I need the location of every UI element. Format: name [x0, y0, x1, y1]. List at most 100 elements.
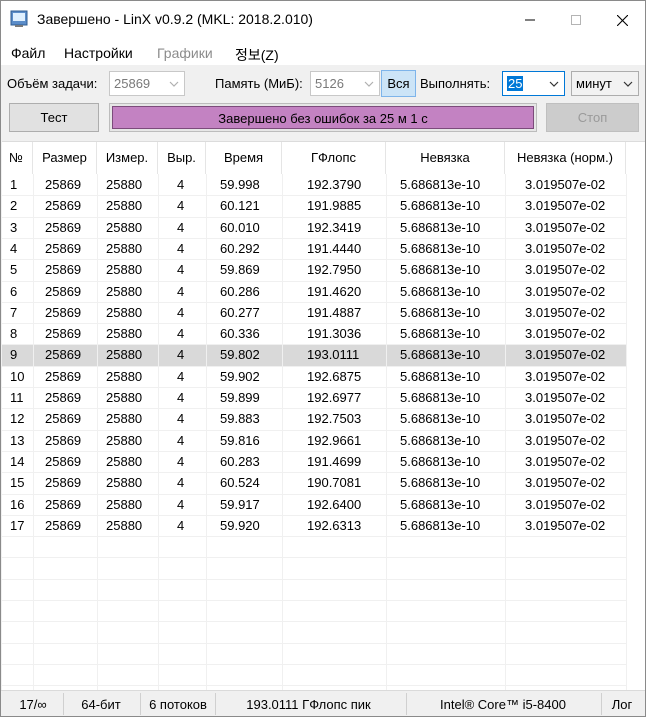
- grid-line: [386, 174, 387, 691]
- table-row[interactable]: 6 25869 25880 4 60.286 191.4620 5.686813e-10 3.…: [2, 281, 626, 302]
- problem-size-combo[interactable]: 25869: [109, 71, 185, 96]
- col-size-cell: 25869: [45, 240, 82, 256]
- col-number-cell: 2: [10, 198, 18, 214]
- grid-line: [282, 174, 283, 691]
- col-residual-cell: 5.686813e-10: [400, 304, 481, 320]
- col-residual-cell: 5.686813e-10: [400, 219, 481, 235]
- col-residual-norm-cell: 3.019507e-02: [525, 496, 606, 512]
- grid-line: [33, 174, 34, 691]
- col-time-cell: 59.899: [220, 390, 260, 405]
- table-row[interactable]: 16 25869 25880 4 59.917 192.6400 5.686813e-10 3…: [2, 494, 626, 515]
- col-align-cell: 4: [177, 475, 185, 491]
- table-row[interactable]: 17 25869 25880 4 59.920 192.6313 5.686813e-10 3…: [2, 515, 626, 536]
- col-align-cell: 4: [177, 453, 185, 469]
- table-row[interactable]: 9 25869 25880 4 59.802 193.0111 5.686813e-10 3.…: [2, 344, 626, 366]
- grid-line: [2, 429, 626, 431]
- menu-about[interactable]: 정보(Z): [235, 45, 279, 65]
- grid-line: [206, 174, 207, 691]
- header-col-residual-norm[interactable]: Невязка (норм.): [505, 142, 626, 174]
- results-table[interactable]: № Размер Измер. Выр. Время ГФлопс Невязка Невяз…: [2, 141, 645, 691]
- maximize-button[interactable]: [553, 1, 599, 39]
- col-residual-cell: 5.686813e-10: [400, 496, 481, 512]
- header-col-size[interactable]: Размер: [33, 142, 97, 174]
- col-residual-cell: 5.686813e-10: [400, 262, 481, 278]
- col-number-cell: 14: [10, 453, 25, 469]
- col-size-cell: 25869: [45, 453, 82, 469]
- col-residual-norm-cell: 3.019507e-02: [525, 219, 606, 235]
- col-dim-cell: 25880: [106, 177, 143, 192]
- table-row[interactable]: 15 25869 25880 4 60.524 190.7081 5.686813e-10 3…: [2, 472, 626, 493]
- col-time-cell: 60.336: [220, 326, 260, 342]
- header-col-number[interactable]: №: [2, 142, 33, 174]
- col-time-cell: 59.917: [220, 496, 260, 512]
- close-button[interactable]: [599, 1, 645, 39]
- col-number-cell: 4: [10, 240, 18, 256]
- header-col-residual[interactable]: Невязка: [386, 142, 505, 174]
- grid-line: [2, 237, 626, 239]
- close-icon: [616, 14, 628, 26]
- col-align-cell: 4: [177, 432, 185, 448]
- col-residual-norm-cell: 3.019507e-02: [525, 368, 606, 384]
- bitness: 64-бит: [81, 697, 121, 712]
- col-time-cell: 59.869: [220, 262, 260, 278]
- grid-line: [2, 514, 626, 516]
- table-row[interactable]: 4 25869 25880 4 60.292 191.4440 5.686813e-10 3.…: [2, 238, 626, 259]
- table-row[interactable]: 10 25869 25880 4 59.902 192.6875 5.686813e-10 3…: [2, 366, 626, 387]
- log-button[interactable]: Лог: [603, 691, 641, 717]
- col-residual-norm-cell: 3.019507e-02: [525, 517, 606, 533]
- col-dim-cell: 25880: [106, 496, 143, 512]
- col-align-cell: 4: [177, 411, 185, 427]
- header-col-dim[interactable]: Измер.: [97, 142, 158, 174]
- col-align-cell: 4: [177, 517, 185, 533]
- divider: [601, 693, 602, 715]
- problem-size-label: Объём задачи:: [7, 76, 98, 91]
- menu-file[interactable]: Файл: [11, 45, 45, 61]
- col-residual-cell: 5.686813e-10: [400, 517, 481, 533]
- table-row[interactable]: 7 25869 25880 4 60.277 191.4887 5.686813e-10 3.…: [2, 302, 626, 323]
- time-unit-combo[interactable]: минут: [571, 71, 639, 96]
- col-time-cell: 59.816: [220, 432, 260, 448]
- header-col-align[interactable]: Выр.: [158, 142, 206, 174]
- menu-settings[interactable]: Настройки: [64, 45, 133, 61]
- stop-button[interactable]: Стоп: [546, 103, 639, 132]
- col-gflops-cell: 191.9885: [307, 198, 362, 214]
- header-col-time[interactable]: Время: [206, 142, 282, 174]
- title-bar[interactable]: Завершено - LinX v0.9.2 (MKL: 2018.2.010…: [1, 1, 645, 39]
- col-gflops-cell: 193.0111: [307, 347, 360, 363]
- col-size-cell: 25869: [45, 304, 82, 320]
- col-residual-cell: 5.686813e-10: [400, 432, 481, 448]
- table-row[interactable]: 13 25869 25880 4 59.816 192.9661 5.686813e-10 3…: [2, 430, 626, 451]
- status-bar: 17/∞ 64-бит 6 потоков 193.0111 ГФлопс пи…: [1, 690, 645, 716]
- col-size-cell: 25869: [45, 368, 82, 384]
- minimize-button[interactable]: [507, 1, 553, 39]
- col-gflops-cell: 191.3036: [307, 326, 362, 342]
- menu-graphs[interactable]: Графики: [157, 45, 213, 61]
- table-row[interactable]: 12 25869 25880 4 59.883 192.7503 5.686813e-10 3…: [2, 408, 626, 429]
- all-memory-button[interactable]: Вся: [381, 70, 416, 97]
- test-button[interactable]: Тест: [9, 103, 99, 132]
- run-duration-combo[interactable]: 25: [502, 71, 565, 96]
- table-row[interactable]: 1 25869 25880 4 59.998 192.3790 5.686813e-10 3.…: [2, 174, 626, 195]
- col-size-cell: 25869: [45, 326, 82, 342]
- col-gflops-cell: 192.7950: [307, 262, 362, 278]
- table-row[interactable]: 14 25869 25880 4 60.283 191.4699 5.686813e-10 3…: [2, 451, 626, 472]
- grid-line: [2, 578, 626, 580]
- grid-line: [2, 408, 626, 410]
- grid-line: [626, 174, 627, 691]
- memory-combo[interactable]: 5126: [310, 71, 380, 96]
- col-size-cell: 25869: [45, 283, 82, 299]
- table-row[interactable]: 2 25869 25880 4 60.121 191.9885 5.686813e-10 3.…: [2, 195, 626, 216]
- col-gflops-cell: 191.4699: [307, 453, 362, 469]
- col-time-cell: 60.283: [220, 453, 260, 469]
- col-align-cell: 4: [177, 198, 185, 214]
- col-residual-norm-cell: 3.019507e-02: [525, 475, 606, 491]
- divider: [140, 693, 141, 715]
- table-row[interactable]: 3 25869 25880 4 60.010 192.3419 5.686813e-10 3.…: [2, 217, 626, 238]
- col-dim-cell: 25880: [106, 432, 143, 448]
- header-col-gflops[interactable]: ГФлопс: [282, 142, 386, 174]
- table-row[interactable]: 11 25869 25880 4 59.899 192.6977 5.686813e-10 3…: [2, 387, 626, 408]
- col-gflops-cell: 192.6313: [307, 517, 362, 533]
- table-row[interactable]: 5 25869 25880 4 59.869 192.7950 5.686813e-10 3.…: [2, 259, 626, 280]
- col-gflops-cell: 192.9661: [307, 432, 362, 448]
- table-row[interactable]: 8 25869 25880 4 60.336 191.3036 5.686813e-10 3.…: [2, 323, 626, 344]
